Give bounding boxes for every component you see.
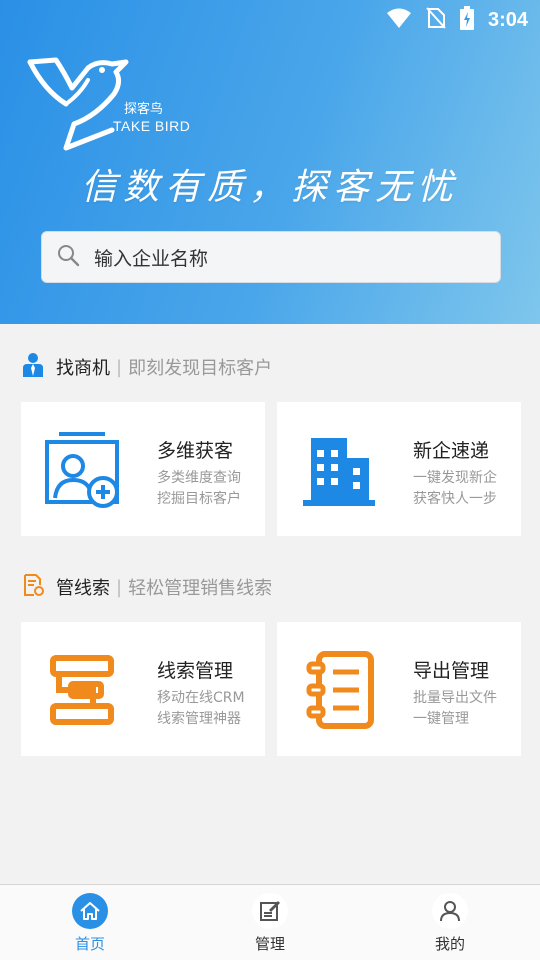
person-tie-icon — [22, 352, 44, 382]
battery-charging-icon — [459, 6, 474, 34]
status-time: 3:04 — [487, 8, 528, 31]
card-description: 一键发现新企 获客快人一步 — [413, 470, 497, 507]
section-separator: | — [116, 576, 123, 598]
card-title: 新企速递 — [413, 440, 490, 462]
document-gear-icon — [22, 573, 44, 601]
section-subtitle: 即刻发现目标客户 — [128, 358, 273, 379]
search-input[interactable]: 输入企业名称 — [41, 231, 501, 283]
user-icon — [432, 893, 468, 929]
notebook-icon — [306, 651, 374, 729]
card-new-enterprises[interactable]: 新企速递 一键发现新企 获客快人一步 — [277, 402, 521, 536]
section-separator: | — [116, 356, 123, 378]
status-bar: 3:04 — [0, 0, 540, 36]
card-multidimensional-acquisition[interactable]: 多维获客 多类维度查询 挖掘目标客户 — [21, 402, 265, 536]
search-icon — [56, 243, 80, 271]
card-title: 导出管理 — [413, 660, 490, 682]
hero-banner: 3:04 探客鸟 TAKE BIRD 信数有质，探客无忧 输入企业名称 — [0, 0, 540, 324]
tab-home[interactable]: 首页 — [0, 885, 180, 960]
wifi-icon — [386, 7, 412, 33]
bottom-tab-bar: 首页 管理 我的 — [0, 884, 540, 960]
card-title: 多维获客 — [157, 440, 234, 462]
search-placeholder: 输入企业名称 — [94, 247, 209, 270]
tab-label: 我的 — [434, 935, 465, 953]
tab-profile[interactable]: 我的 — [360, 885, 540, 960]
card-description: 批量导出文件 一键管理 — [413, 690, 497, 727]
buildings-icon — [303, 438, 375, 506]
brand-name-cn: 探客鸟 — [124, 102, 164, 117]
card-export-management[interactable]: 导出管理 批量导出文件 一键管理 — [277, 622, 521, 756]
section-subtitle: 轻松管理销售线索 — [128, 578, 273, 599]
card-description: 移动在线CRM 线索管理神器 — [157, 690, 245, 727]
slogan: 信数有质，探客无忧 — [80, 167, 459, 208]
tab-label: 首页 — [74, 935, 105, 953]
tab-label: 管理 — [254, 935, 285, 953]
card-title: 线索管理 — [157, 660, 234, 682]
card-description: 多类维度查询 挖掘目标客户 — [157, 470, 241, 507]
contact-add-icon — [45, 432, 119, 508]
section-title: 管线索 — [56, 578, 110, 599]
section-header-opportunities: 找商机 | 即刻发现目标客户 — [22, 352, 272, 382]
section-header-leads: 管线索 | 轻松管理销售线索 — [22, 572, 272, 602]
brand-name-en: TAKE BIRD — [113, 118, 191, 134]
home-icon — [72, 893, 108, 929]
edit-icon — [252, 893, 288, 929]
tab-manage[interactable]: 管理 — [180, 885, 360, 960]
section-title: 找商机 — [56, 358, 110, 379]
card-lead-management[interactable]: 线索管理 移动在线CRM 线索管理神器 — [21, 622, 265, 756]
no-sim-icon — [426, 7, 446, 33]
flow-icon — [50, 655, 114, 725]
